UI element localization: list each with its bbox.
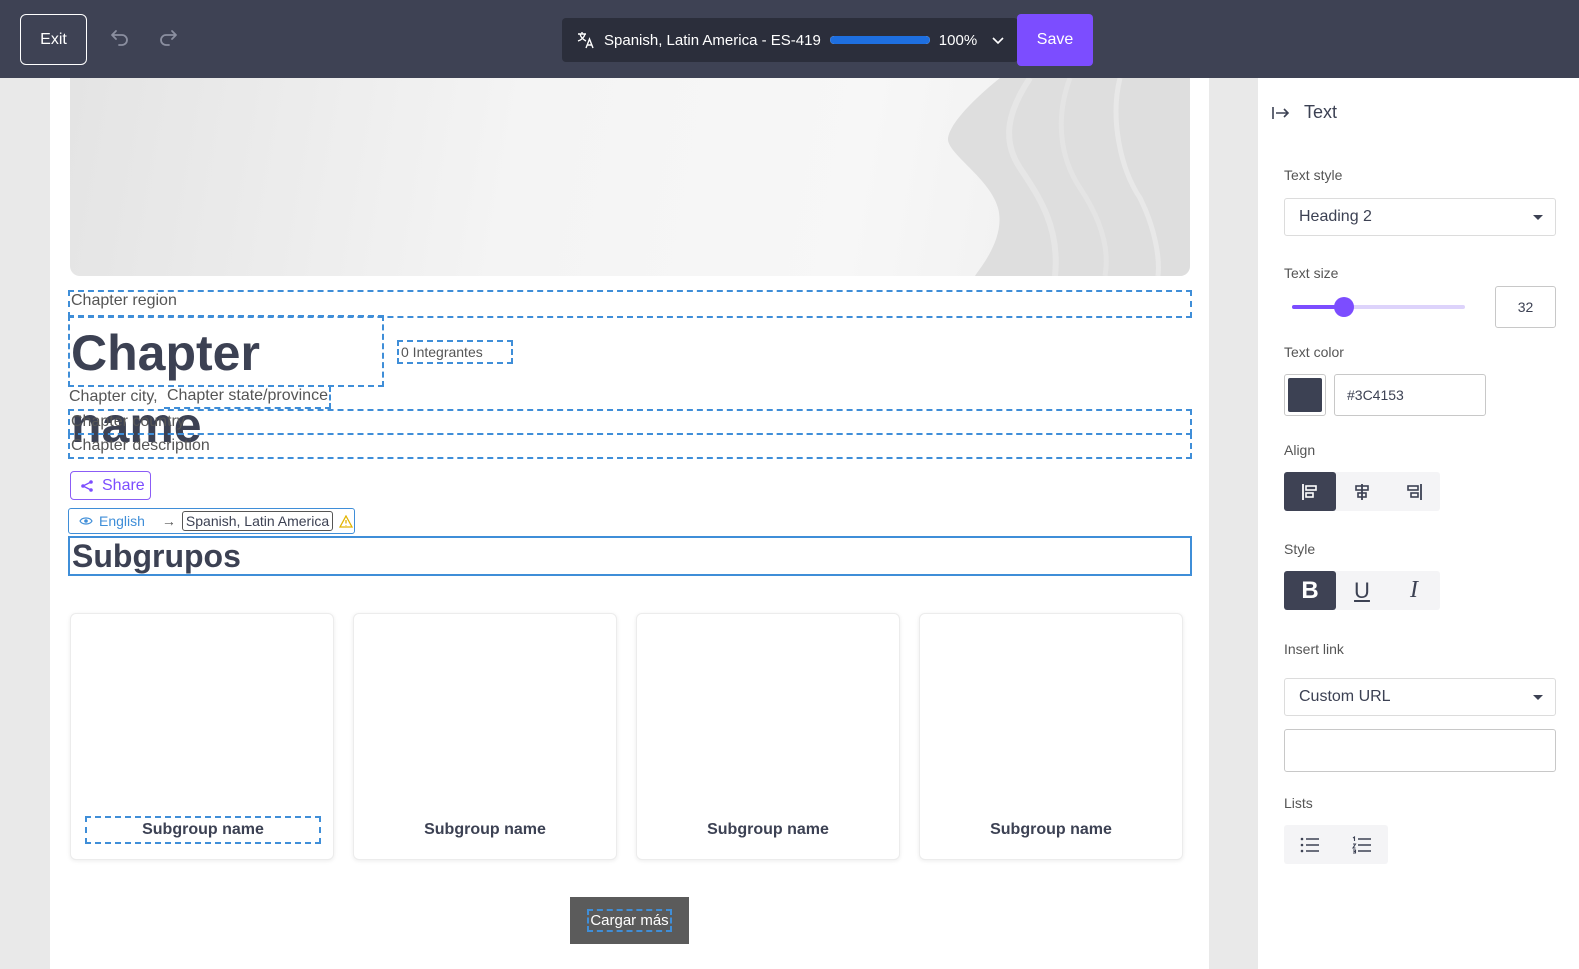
chapter-name-heading[interactable]: Chapter name <box>68 315 384 453</box>
subgroup-name: Subgroup name <box>990 821 1112 838</box>
text-color-swatch[interactable] <box>1284 374 1326 416</box>
undo-icon[interactable] <box>107 26 131 50</box>
chevron-down-icon <box>992 37 1004 45</box>
share-icon <box>81 479 93 492</box>
share-label: Share <box>102 476 145 494</box>
text-color-swatch-fill <box>1288 378 1322 412</box>
translation-indicator[interactable]: English → Spanish, Latin America <box>68 508 355 534</box>
subgroup-card[interactable]: Subgroup name <box>636 613 900 860</box>
target-language[interactable]: Spanish, Latin America <box>181 511 334 531</box>
text-properties-panel: Text Text style Heading 2 Text size 32 T… <box>1258 78 1579 969</box>
italic-icon: I <box>1410 577 1418 603</box>
italic-button[interactable]: I <box>1388 571 1440 610</box>
arrow-right-icon: → <box>161 513 176 529</box>
chapter-description[interactable]: Chapter description <box>68 433 1192 459</box>
subgroup-card[interactable]: Subgroup name <box>353 613 617 860</box>
align-center-button[interactable] <box>1336 472 1388 511</box>
exit-button[interactable]: Exit <box>20 14 87 65</box>
eye-icon <box>79 517 93 525</box>
translation-progress-bar <box>829 36 930 44</box>
caret-down-icon <box>1533 695 1543 700</box>
numbered-list-icon <box>1352 835 1371 854</box>
align-label: Align <box>1284 442 1316 458</box>
save-button[interactable]: Save <box>1017 14 1093 66</box>
page-canvas: Chapter region Chapter name 0 Integrante… <box>50 78 1209 969</box>
underline-icon: U <box>1354 577 1370 603</box>
panel-title: Text <box>1304 102 1338 122</box>
caret-down-icon <box>1533 215 1543 220</box>
insert-link-label: Insert link <box>1284 641 1344 657</box>
translate-icon <box>577 32 594 49</box>
align-button-group <box>1284 472 1440 511</box>
collapse-panel-icon[interactable] <box>1272 106 1290 120</box>
align-center-icon <box>1355 483 1369 500</box>
align-left-icon <box>1302 483 1317 500</box>
subgroup-name: Subgroup name <box>424 821 546 838</box>
subgroup-card[interactable]: Subgroup name <box>919 613 1183 860</box>
editor-toolbar: Exit Spanish, Latin America - ES-419 100… <box>0 0 1579 78</box>
text-size-slider[interactable] <box>1292 297 1465 317</box>
style-button-group: B U I <box>1284 571 1440 610</box>
language-name: Spanish, Latin America - ES-419 <box>604 31 821 49</box>
text-size-input[interactable]: 32 <box>1495 286 1556 328</box>
text-color-label: Text color <box>1284 344 1344 360</box>
language-selector[interactable]: Spanish, Latin America - ES-419 100% <box>562 18 1018 62</box>
insert-link-value: Custom URL <box>1299 688 1391 705</box>
chapter-city[interactable]: Chapter city, <box>68 386 158 408</box>
chapter-region[interactable]: Chapter region <box>68 290 1192 318</box>
warning-icon <box>339 514 354 528</box>
section-title[interactable]: Subgrupos <box>68 536 1192 576</box>
bold-button[interactable]: B <box>1284 571 1336 610</box>
chapter-state[interactable]: Chapter state/province <box>164 386 331 409</box>
share-button[interactable]: Share <box>70 471 151 500</box>
load-more-button[interactable]: Cargar más <box>570 897 689 944</box>
subgroup-name: Subgroup name <box>707 821 829 838</box>
source-language: English <box>99 513 145 529</box>
style-label: Style <box>1284 541 1316 557</box>
align-right-icon <box>1407 483 1422 500</box>
numbered-list-button[interactable] <box>1336 825 1388 864</box>
chapter-country[interactable]: Chapter country <box>68 409 1192 435</box>
text-style-select[interactable]: Heading 2 <box>1284 198 1556 236</box>
load-more-label[interactable]: Cargar más <box>587 909 672 932</box>
bold-icon: B <box>1301 576 1319 604</box>
align-left-button[interactable] <box>1284 472 1336 511</box>
link-url-input[interactable] <box>1284 729 1556 772</box>
panel-header: Text <box>1272 102 1337 123</box>
text-style-label: Text style <box>1284 167 1343 183</box>
text-size-label: Text size <box>1284 265 1339 281</box>
bulleted-list-button[interactable] <box>1284 825 1336 864</box>
align-right-button[interactable] <box>1388 472 1440 511</box>
text-size-slider-thumb[interactable] <box>1333 297 1354 317</box>
translation-progress-fill <box>829 36 930 44</box>
text-color-hex-input[interactable]: #3C4153 <box>1334 374 1486 416</box>
lists-label: Lists <box>1284 795 1313 811</box>
insert-link-select[interactable]: Custom URL <box>1284 678 1556 716</box>
lists-button-group <box>1284 825 1388 864</box>
text-style-value: Heading 2 <box>1299 208 1372 225</box>
subgroup-name[interactable]: Subgroup name <box>85 816 321 844</box>
member-count[interactable]: 0 Integrantes <box>397 340 513 364</box>
underline-button[interactable]: U <box>1336 571 1388 610</box>
subgroup-card[interactable]: Subgroup name <box>70 613 334 860</box>
translation-progress-label: 100% <box>938 31 978 49</box>
bulleted-list-icon <box>1300 837 1319 852</box>
hero-banner-image[interactable] <box>70 78 1190 276</box>
redo-icon[interactable] <box>157 26 181 50</box>
